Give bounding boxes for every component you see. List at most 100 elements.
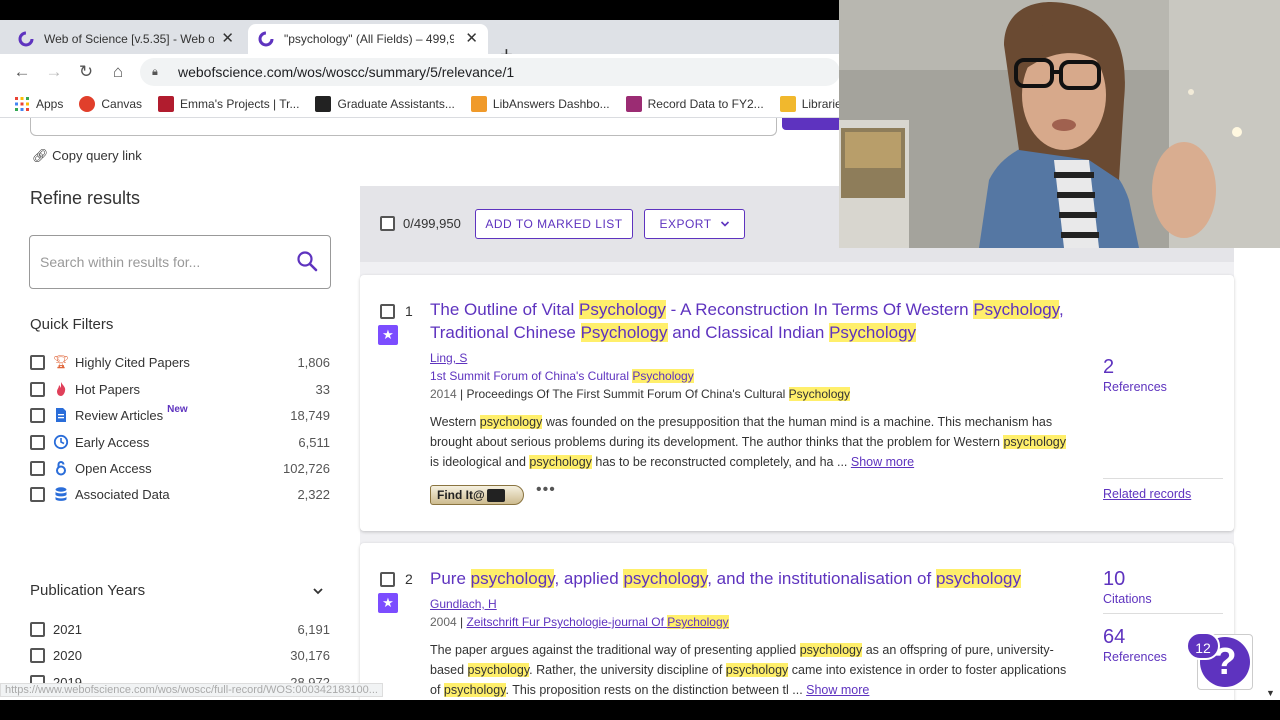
copy-query-link-label: Copy query link bbox=[52, 148, 142, 163]
tab-title: Web of Science [v.5.35] - Web of Science… bbox=[44, 32, 214, 46]
filter-label: Review Articles bbox=[75, 407, 164, 423]
link-icon: 🔗︎ bbox=[32, 148, 49, 163]
tiger-logo-icon bbox=[486, 488, 505, 502]
star-icon[interactable]: ★ bbox=[378, 325, 398, 345]
result-source[interactable]: Zeitschrift Fur Psychologie-journal Of P… bbox=[467, 615, 729, 629]
result-card-2: 2 ★ Pure psychology, applied psychology,… bbox=[360, 543, 1234, 720]
result-year: 2014 bbox=[430, 387, 457, 401]
filter-hot-papers[interactable]: Hot Papers 33 bbox=[30, 378, 330, 400]
highlighted-term: psychology bbox=[623, 569, 708, 588]
browser-tab-1[interactable]: Web of Science [v.5.35] - Web of Science… bbox=[8, 24, 244, 54]
filter-associated-data[interactable]: Associated Data 2,322 bbox=[30, 483, 330, 505]
refine-search-input[interactable] bbox=[40, 254, 280, 270]
references-count: 64 bbox=[1103, 626, 1126, 648]
text-segment: is ideological and bbox=[430, 455, 530, 469]
show-more-link[interactable]: Show more bbox=[851, 455, 914, 469]
checkbox[interactable] bbox=[30, 460, 45, 476]
filter-year-2021[interactable]: 2021 6,191 bbox=[30, 618, 330, 640]
quick-filters-title: Quick Filters bbox=[30, 316, 114, 333]
bookmark-libraries[interactable]: Librarie bbox=[779, 95, 842, 112]
result-author[interactable]: Gundlach, H bbox=[430, 597, 497, 611]
tab-close-icon[interactable]: ✕ bbox=[221, 31, 234, 47]
citations-metric[interactable]: 10 Citations bbox=[1103, 568, 1152, 608]
find-it-button[interactable]: Find It@ bbox=[430, 485, 524, 505]
more-options-icon[interactable]: ••• bbox=[536, 481, 556, 499]
bookmark-emmas-projects[interactable]: Emma's Projects | Tr... bbox=[158, 95, 299, 112]
trophy-icon: 🏆︎ bbox=[52, 354, 70, 369]
star-icon[interactable]: ★ bbox=[378, 593, 398, 613]
add-to-marked-list-button[interactable]: ADD TO MARKED LIST bbox=[475, 209, 633, 239]
bookmark-apps[interactable]: Apps bbox=[14, 96, 63, 112]
result-select[interactable]: 2 bbox=[380, 571, 413, 587]
search-icon[interactable] bbox=[296, 250, 318, 272]
result-title[interactable]: The Outline of Vital Psychology - A Reco… bbox=[430, 298, 1070, 344]
checkbox[interactable] bbox=[30, 354, 45, 370]
text-segment: Western bbox=[430, 415, 480, 429]
chevron-down-icon[interactable] bbox=[312, 586, 324, 596]
home-icon[interactable]: ⌂ bbox=[108, 62, 128, 82]
tab-close-icon[interactable]: ✕ bbox=[465, 31, 478, 47]
filter-review-articles[interactable]: Review Articles New 18,749 bbox=[30, 404, 330, 426]
bookmark-canvas[interactable]: Canvas bbox=[79, 95, 142, 112]
result-select[interactable]: 1 bbox=[380, 303, 413, 319]
references-label: References bbox=[1103, 650, 1167, 664]
highlighted-term: psychology bbox=[799, 643, 863, 657]
filter-year-2020[interactable]: 2020 30,176 bbox=[30, 644, 330, 666]
references-metric[interactable]: 2 References bbox=[1103, 356, 1167, 396]
export-button[interactable]: EXPORT bbox=[644, 209, 745, 239]
checkbox[interactable] bbox=[30, 647, 45, 663]
result-card-1: 1 ★ The Outline of Vital Psychology - A … bbox=[360, 275, 1234, 531]
bookmark-record-data[interactable]: Record Data to FY2... bbox=[625, 95, 764, 112]
copy-query-link[interactable]: 🔗︎ Copy query link bbox=[32, 148, 142, 164]
result-checkbox[interactable] bbox=[380, 303, 395, 319]
project-icon bbox=[158, 95, 175, 112]
select-all[interactable]: 0/499,950 bbox=[380, 216, 461, 231]
tab-title: "psychology" (All Fields) – 499,950 - We… bbox=[284, 32, 454, 46]
highlighted-term: psychology bbox=[1003, 435, 1067, 449]
filter-count: 33 bbox=[315, 381, 330, 397]
checkbox[interactable] bbox=[30, 407, 45, 423]
publication-years-title: Publication Years bbox=[30, 582, 146, 599]
browser-tab-2[interactable]: "psychology" (All Fields) – 499,950 - We… bbox=[248, 24, 488, 54]
result-checkbox[interactable] bbox=[380, 571, 395, 587]
result-author[interactable]: Ling, S bbox=[430, 351, 467, 365]
forward-arrow-icon[interactable]: → bbox=[44, 62, 64, 82]
highlighted-term: psychology bbox=[725, 663, 789, 677]
bookmark-graduate-assistants[interactable]: Graduate Assistants... bbox=[315, 95, 455, 112]
bookmark-libanswers[interactable]: LibAnswers Dashbo... bbox=[470, 95, 610, 112]
checkbox[interactable] bbox=[30, 434, 45, 450]
search-button[interactable] bbox=[782, 118, 842, 130]
filter-label: 2021 bbox=[53, 621, 82, 637]
references-metric[interactable]: 64 References bbox=[1103, 626, 1167, 666]
result-year: 2004 bbox=[430, 615, 457, 629]
checkbox[interactable] bbox=[30, 486, 45, 502]
text-segment: and Classical Indian bbox=[667, 323, 830, 342]
filter-label: Early Access bbox=[75, 434, 150, 450]
refine-results-title: Refine results bbox=[30, 188, 141, 208]
select-all-checkbox[interactable] bbox=[380, 216, 395, 231]
filter-early-access[interactable]: Early Access 6,511 bbox=[30, 431, 330, 453]
filter-label: 2020 bbox=[53, 647, 82, 663]
show-more-link[interactable]: Show more bbox=[806, 683, 869, 697]
related-records-link[interactable]: Related records bbox=[1103, 487, 1191, 501]
webcam-video-image bbox=[839, 0, 1280, 248]
citations-count: 10 bbox=[1103, 568, 1126, 590]
result-title[interactable]: Pure psychology, applied psychology, and… bbox=[430, 567, 1090, 590]
url-field[interactable]: 🔒︎ webofscience.com/wos/woscc/summary/5/… bbox=[140, 58, 840, 86]
back-arrow-icon[interactable]: ← bbox=[12, 62, 32, 82]
highlighted-term: Psychology bbox=[829, 323, 917, 342]
scroll-down-arrow-icon[interactable]: ▼ bbox=[1266, 688, 1275, 698]
refine-search-box[interactable] bbox=[29, 235, 331, 289]
filter-highly-cited[interactable]: 🏆︎ Highly Cited Papers 1,806 bbox=[30, 351, 330, 373]
text-segment: 1st Summit Forum of China's Cultural bbox=[430, 369, 633, 383]
citations-label: Citations bbox=[1103, 592, 1152, 606]
screen: Web of Science [v.5.35] - Web of Science… bbox=[0, 0, 1280, 720]
query-input[interactable] bbox=[30, 118, 777, 136]
result-conference[interactable]: 1st Summit Forum of China's Cultural Psy… bbox=[430, 369, 694, 383]
reload-icon[interactable]: ↻ bbox=[76, 62, 96, 82]
filter-count: 6,191 bbox=[297, 621, 330, 637]
open-lock-icon bbox=[56, 461, 66, 476]
filter-open-access[interactable]: Open Access 102,726 bbox=[30, 457, 330, 479]
checkbox[interactable] bbox=[30, 381, 45, 397]
checkbox[interactable] bbox=[30, 621, 45, 637]
